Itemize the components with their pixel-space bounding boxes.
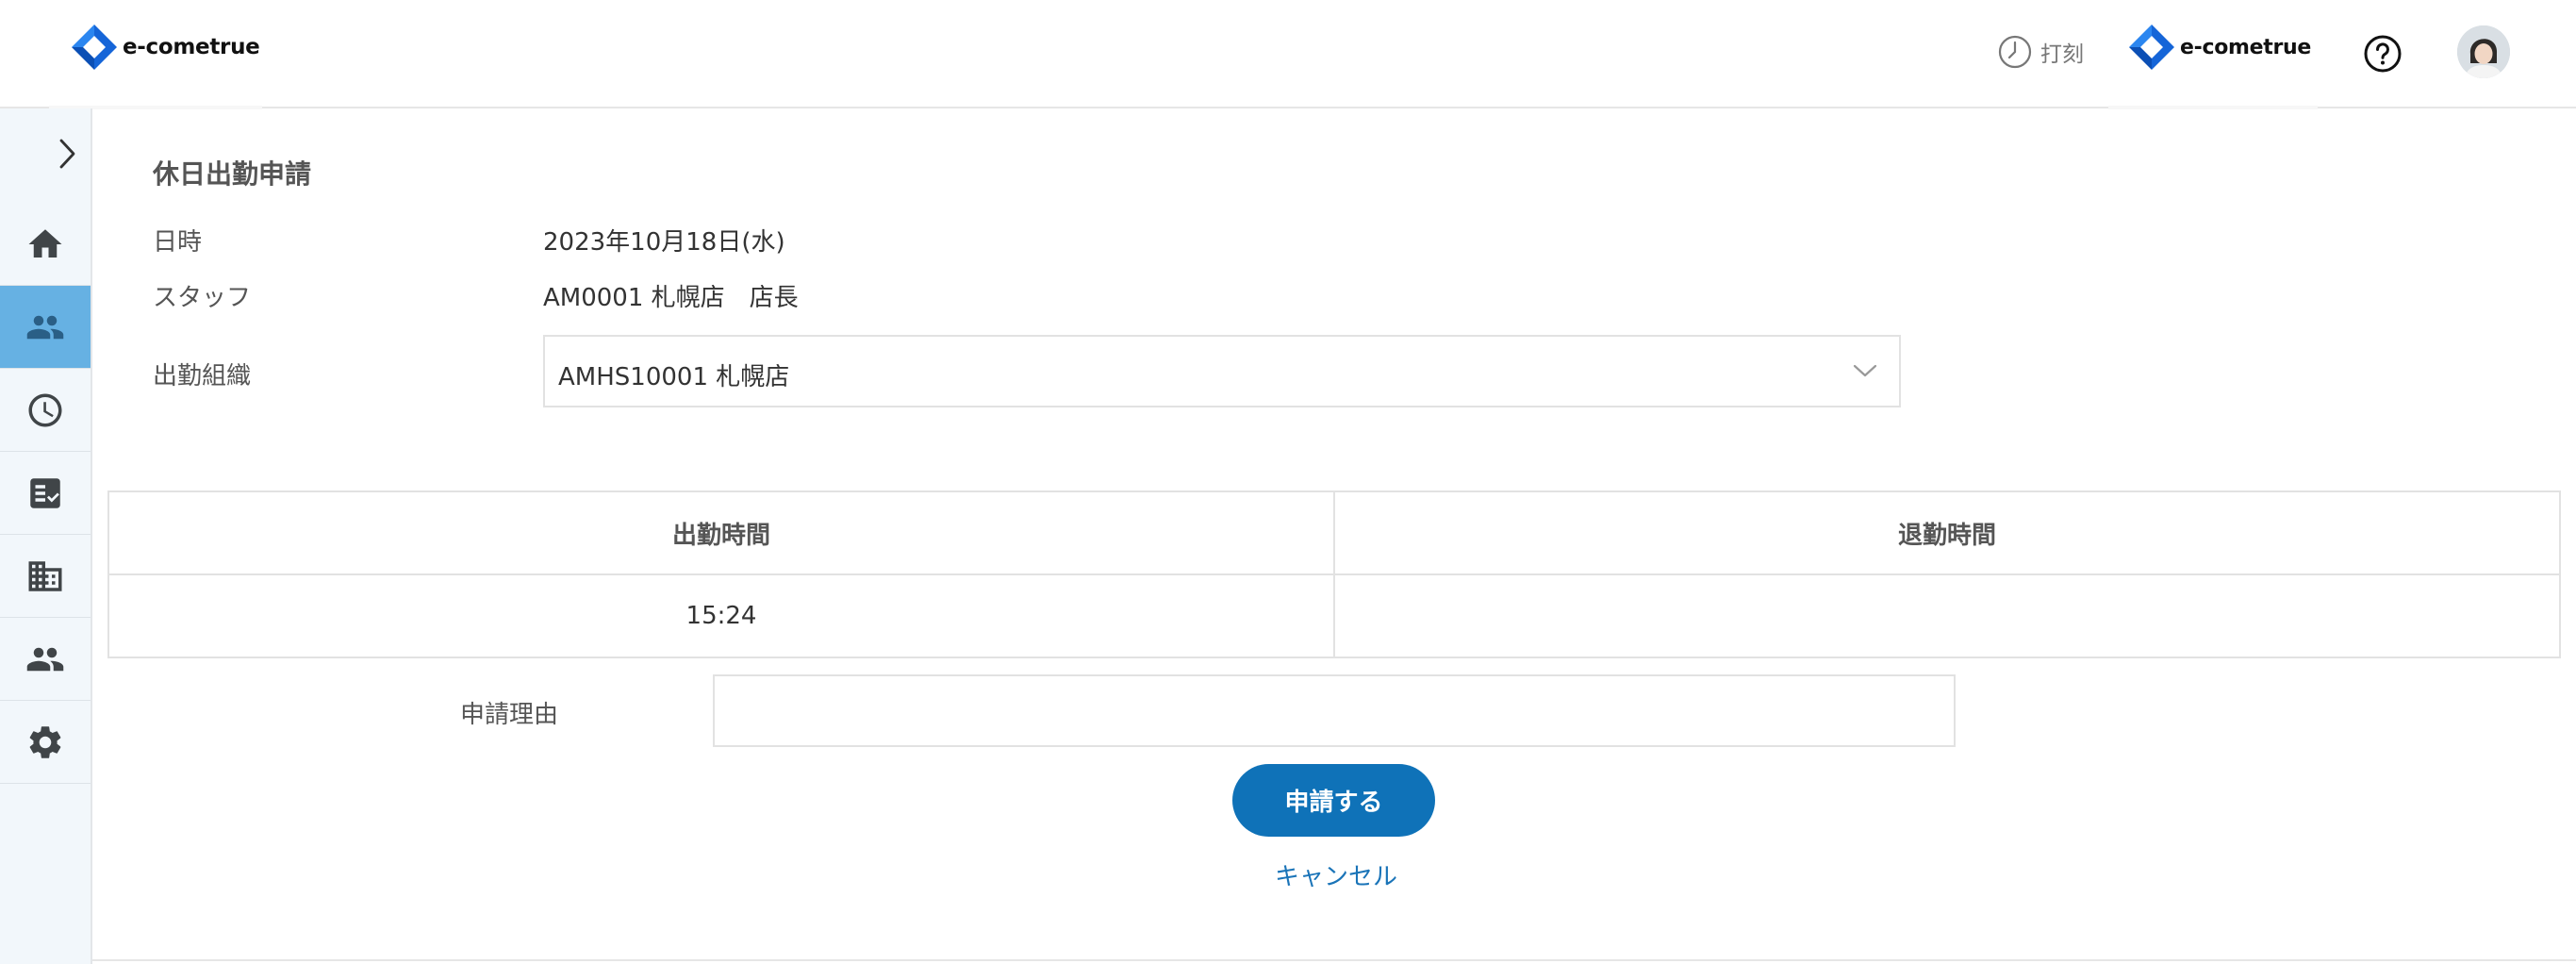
chevron-right-icon[interactable] <box>53 135 81 173</box>
reason-input[interactable] <box>713 674 1956 747</box>
home-icon <box>28 228 62 258</box>
sidebar <box>0 108 92 964</box>
submit-button[interactable]: 申請する <box>1232 764 1435 837</box>
sidebar-item-organization[interactable] <box>0 535 91 618</box>
sidebar-item-approvals[interactable] <box>0 452 91 535</box>
table-row: 15:24 <box>107 573 2561 658</box>
user-avatar[interactable] <box>2457 25 2510 78</box>
partner-logo: e-cometrue <box>2127 23 2311 72</box>
content-bottom-border <box>92 959 2576 961</box>
clock-in-cell[interactable]: 15:24 <box>107 573 1335 658</box>
sidebar-item-members[interactable] <box>0 618 91 701</box>
building-icon <box>28 560 62 591</box>
punch-button[interactable]: 打刻 <box>1997 34 2084 70</box>
sidebar-item-attendance[interactable] <box>0 369 91 452</box>
time-table: 出勤時間 退勤時間 15:24 <box>107 490 2561 658</box>
staff-value: AM0001 札幌店 店長 <box>543 284 799 312</box>
people-icon <box>26 315 64 339</box>
partner-logo-text: e-cometrue <box>2180 35 2312 59</box>
sidebar-item-staff[interactable] <box>0 286 91 369</box>
main-content: 休日出勤申請 日時 2023年10月18日(水) スタッフ AM0001 札幌店… <box>92 108 2576 964</box>
datetime-label: 日時 <box>153 228 203 257</box>
clock-out-cell[interactable] <box>1333 573 2561 658</box>
datetime-value: 2023年10月18日(水) <box>543 228 785 257</box>
table-header-row: 出勤時間 退勤時間 <box>107 490 2561 575</box>
clock-out-header: 退勤時間 <box>1333 490 2561 575</box>
org-select-value: AMHS10001 札幌店 <box>558 363 790 391</box>
staff-label: スタッフ <box>153 284 252 312</box>
clock-icon <box>1998 35 2032 69</box>
reason-label: 申請理由 <box>460 701 559 729</box>
group-icon <box>26 647 64 671</box>
checklist-icon <box>30 477 60 508</box>
page-title: 休日出勤申請 <box>153 158 312 190</box>
cancel-link[interactable]: キャンセル <box>1275 857 1397 892</box>
clock-in-header: 出勤時間 <box>107 490 1335 575</box>
logo-text: e-cometrue <box>123 35 260 59</box>
chevron-down-icon <box>1853 364 1877 377</box>
app-header: e-cometrue 打刻 e-cometrue <box>0 0 2576 109</box>
org-select[interactable]: AMHS10001 札幌店 <box>543 335 1901 407</box>
org-label: 出勤組織 <box>153 362 252 391</box>
logo-mark-icon <box>72 25 117 70</box>
gear-icon <box>29 725 61 758</box>
clock-icon <box>28 393 62 426</box>
help-icon[interactable] <box>2363 34 2403 74</box>
sidebar-item-home[interactable] <box>0 203 91 286</box>
logo-mark-icon <box>2129 25 2174 70</box>
app-logo[interactable]: e-cometrue <box>70 23 260 72</box>
sidebar-item-settings[interactable] <box>0 701 91 784</box>
user-photo-icon <box>2457 25 2510 78</box>
punch-label: 打刻 <box>2040 42 2084 67</box>
